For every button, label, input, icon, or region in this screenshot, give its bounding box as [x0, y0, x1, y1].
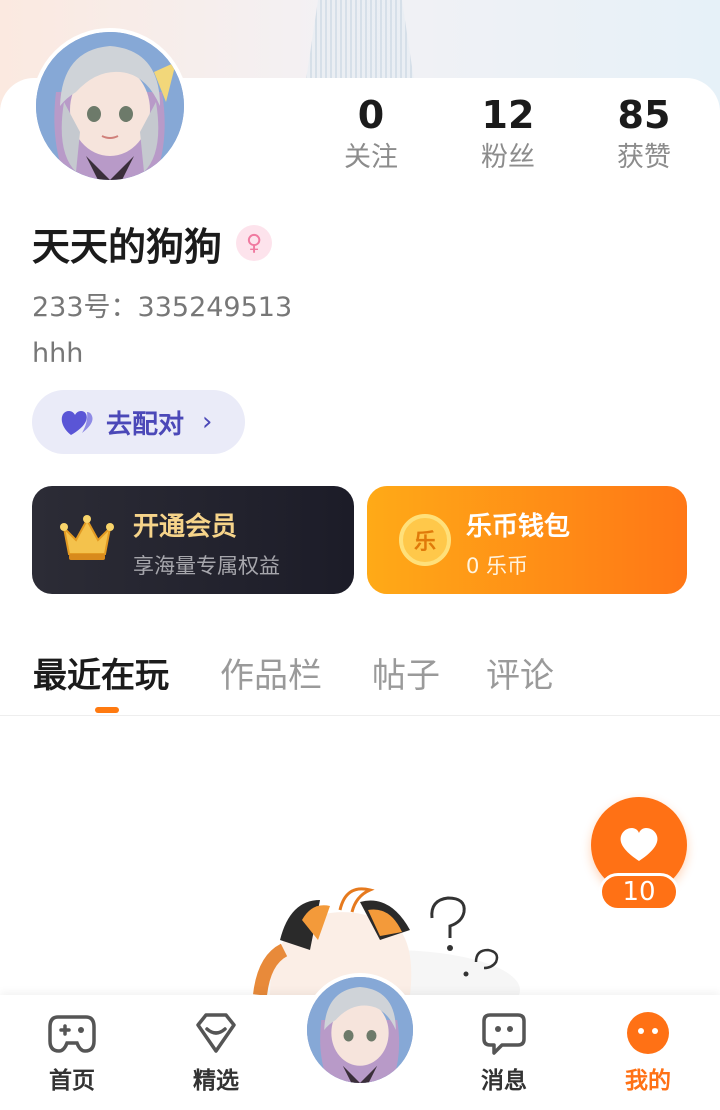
profile-stats: 0 关注 12 粉丝 85 获赞 [300, 92, 720, 192]
active-tab-indicator [95, 707, 119, 713]
wallet-balance: 0 乐币 [466, 554, 529, 578]
stat-value: 0 [357, 93, 385, 137]
tab-comments[interactable]: 评论 [486, 648, 554, 697]
heart-icon [620, 828, 658, 861]
profile-face-icon [627, 1012, 669, 1054]
stat-label: 粉丝 [481, 142, 535, 173]
tab-works[interactable]: 作品栏 [220, 648, 322, 697]
profile-name: 天天的狗狗 [32, 224, 223, 269]
nav-featured-label: 精选 [193, 1068, 239, 1094]
nav-center-avatar[interactable] [303, 973, 417, 1087]
tab-recent-played[interactable]: 最近在玩 [33, 648, 169, 697]
stat-value: 85 [617, 93, 671, 137]
stat-label: 获赞 [617, 142, 671, 173]
coin-icon: 乐 [399, 514, 451, 566]
vip-subtitle: 享海量专属权益 [133, 554, 280, 578]
bottom-navigation: 首页 精选 消息 我的 [0, 973, 720, 1110]
stat-label: 关注 [344, 142, 398, 173]
wallet-title: 乐币钱包 [466, 512, 571, 542]
content-tabs: 最近在玩 作品栏 帖子 评论 [0, 640, 720, 716]
gamepad-icon [48, 1015, 96, 1053]
like-count: 10 [599, 873, 679, 911]
gender-female-icon: ♀ [236, 225, 273, 261]
chat-icon [482, 1013, 526, 1055]
heart-gem-icon [196, 1013, 236, 1053]
vip-title: 开通会员 [133, 512, 238, 542]
nav-home-label: 首页 [49, 1068, 95, 1094]
nav-featured[interactable]: 精选 [166, 1011, 266, 1095]
vip-card[interactable]: 开通会员 享海量专属权益 [32, 486, 354, 594]
chevron-right-icon: › [202, 407, 213, 437]
profile-avatar[interactable] [32, 28, 188, 184]
profile-bio: hhh [32, 338, 84, 369]
like-floating-button[interactable]: 10 [591, 797, 687, 915]
tab-posts[interactable]: 帖子 [372, 648, 440, 697]
match-button-label: 去配对 [106, 409, 185, 440]
match-button[interactable]: 去配对 › [32, 390, 245, 454]
stat-value: 12 [481, 93, 535, 137]
nav-mine-label: 我的 [625, 1068, 671, 1094]
nav-messages[interactable]: 消息 [454, 1011, 554, 1095]
double-heart-icon [61, 411, 93, 435]
name-row: 天天的狗狗 ♀ [32, 218, 273, 269]
background-figure [306, 0, 414, 80]
nav-home[interactable]: 首页 [22, 1011, 122, 1095]
stat-likes[interactable]: 85 获赞 [589, 92, 699, 178]
nav-messages-label: 消息 [481, 1068, 527, 1094]
profile-uid[interactable]: 233号：335249513 [32, 285, 292, 324]
wallet-card[interactable]: 乐 乐币钱包 0 乐币 [367, 486, 687, 594]
crown-icon [60, 515, 114, 560]
stat-following[interactable]: 0 关注 [316, 92, 426, 178]
stat-followers[interactable]: 12 粉丝 [453, 92, 563, 178]
nav-mine[interactable]: 我的 [598, 1011, 698, 1095]
